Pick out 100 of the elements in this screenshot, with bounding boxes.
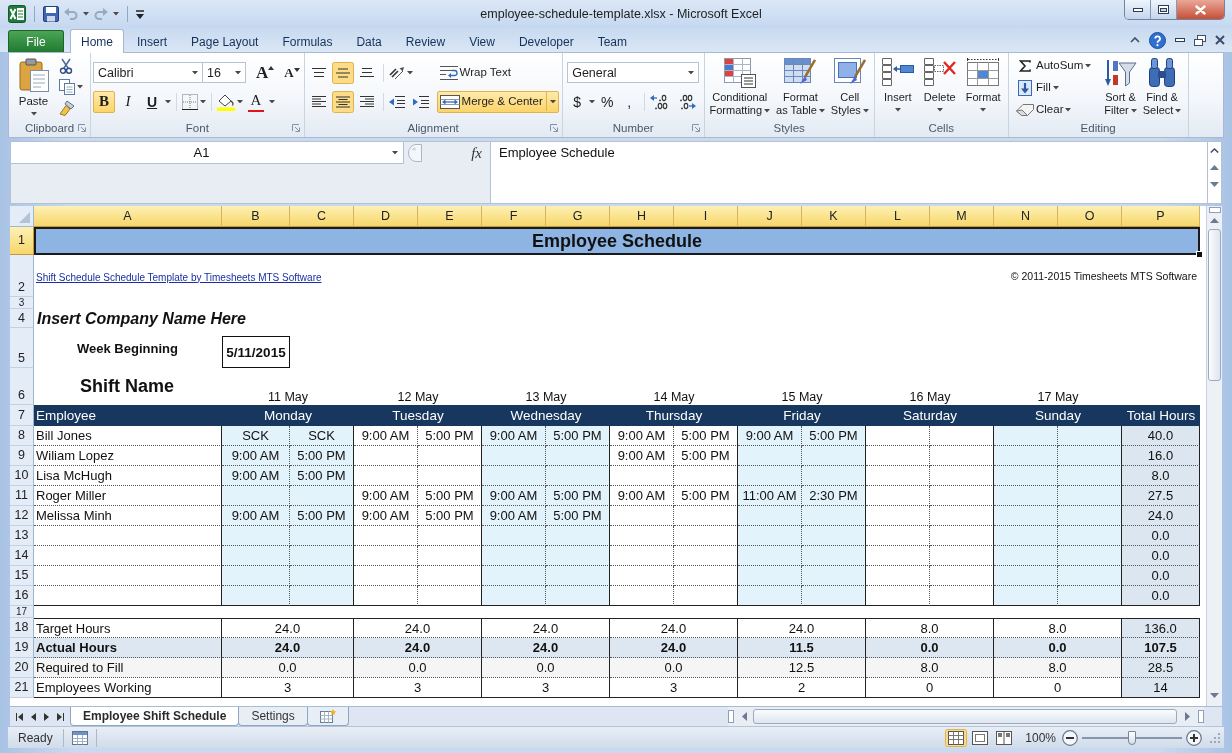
row-header[interactable]: 10 [10, 466, 34, 486]
align-left-icon[interactable] [311, 96, 326, 107]
insert-cells-button[interactable]: Insert [877, 57, 918, 113]
caret-icon[interactable] [406, 70, 413, 75]
caret-icon[interactable] [589, 99, 596, 104]
zoom-out-icon[interactable] [1062, 729, 1078, 746]
paint-bucket-icon[interactable] [217, 92, 235, 111]
autosum-button[interactable]: AutoSum [1013, 55, 1095, 77]
row-header[interactable]: 19 [10, 638, 34, 658]
page-layout-view-icon[interactable] [972, 730, 989, 745]
row-header[interactable]: 14 [10, 546, 34, 566]
help-icon[interactable] [1149, 31, 1166, 49]
grip-icon[interactable] [408, 144, 422, 162]
close-button[interactable] [1177, 0, 1224, 19]
slider-thumb[interactable] [1128, 730, 1136, 745]
font-name-field[interactable]: Calibri [93, 62, 203, 83]
caret-icon[interactable] [76, 85, 83, 89]
caret-icon[interactable] [200, 99, 206, 104]
chevron-up-icon[interactable] [1130, 37, 1140, 43]
row-header[interactable]: 15 [10, 566, 34, 586]
caret-icon[interactable] [269, 99, 275, 104]
formula-field[interactable]: Employee Schedule [490, 141, 1208, 204]
ribbon-tab[interactable]: Developer [507, 30, 585, 52]
previous-sheet-icon[interactable] [31, 712, 36, 721]
underline-button[interactable]: U [141, 90, 163, 113]
conditional-formatting-button[interactable]: Conditional Formatting [707, 57, 773, 118]
last-sheet-icon[interactable] [57, 712, 64, 721]
ribbon-tab[interactable]: Insert [126, 30, 179, 52]
zoom-level[interactable]: 100% [1025, 730, 1056, 745]
font-size-field[interactable]: 16 [202, 62, 246, 83]
column-header[interactable]: K [802, 206, 866, 227]
format-as-table-button[interactable]: Format as Table [774, 57, 827, 118]
ribbon-tab[interactable]: Data [345, 30, 393, 52]
split-handle[interactable] [1208, 207, 1221, 213]
decrease-indent-icon[interactable] [388, 95, 405, 108]
font-color-button[interactable]: A [245, 90, 267, 113]
row-header[interactable]: 5 [10, 328, 34, 368]
orientation-icon[interactable] [388, 65, 405, 80]
insert-function-button[interactable]: fx [469, 144, 484, 162]
name-box[interactable]: A1 [11, 142, 404, 164]
column-header[interactable]: P [1122, 206, 1200, 227]
app-logo-icon[interactable] [8, 5, 26, 23]
fill-button[interactable]: Fill [1013, 77, 1095, 99]
scrollbar-thumb[interactable] [1208, 229, 1221, 381]
row-header[interactable]: 21 [10, 678, 34, 698]
increase-indent-icon[interactable] [412, 95, 429, 108]
column-header[interactable]: F [482, 206, 546, 227]
column-header[interactable]: C [290, 206, 354, 227]
dialog-launcher-icon[interactable] [291, 123, 300, 132]
close-icon[interactable] [1215, 35, 1225, 45]
ribbon-tab[interactable]: Page Layout [180, 30, 270, 52]
chevron-up-icon[interactable] [1210, 148, 1219, 153]
page-break-view-icon[interactable] [996, 730, 1013, 745]
ribbon-tab[interactable]: Home [70, 29, 124, 53]
align-middle-icon[interactable] [331, 61, 354, 84]
formula-scrollbar[interactable] [1208, 141, 1222, 204]
align-center-icon[interactable] [331, 90, 354, 113]
row-header[interactable]: 3 [10, 297, 34, 309]
ribbon-tab[interactable]: View [458, 30, 506, 52]
minimize-icon[interactable] [1175, 38, 1185, 42]
shrink-font-button[interactable]: A [282, 61, 302, 84]
paintbrush-icon[interactable] [58, 100, 75, 116]
borders-icon[interactable] [182, 93, 198, 110]
align-right-icon[interactable] [359, 96, 374, 107]
scrollbar-thumb[interactable] [753, 709, 1177, 724]
ribbon-tab[interactable]: Review [394, 30, 457, 52]
scroll-down-icon[interactable] [1210, 693, 1219, 698]
row-header[interactable]: 6 [10, 368, 34, 405]
ribbon-tab[interactable]: Formulas [271, 30, 344, 52]
delete-cells-button[interactable]: Delete [919, 57, 960, 113]
sheet-tab[interactable]: Employee Shift Schedule [70, 707, 240, 726]
row-header[interactable]: 18 [10, 618, 34, 638]
scroll-down-icon[interactable] [1210, 182, 1219, 187]
column-header[interactable]: L [866, 206, 930, 227]
scroll-up-icon[interactable] [1210, 218, 1219, 223]
row-header[interactable]: 1 [10, 227, 34, 255]
align-top-icon[interactable] [311, 68, 326, 77]
restore-icon[interactable] [1194, 34, 1206, 46]
comma-button[interactable]: , [619, 90, 640, 113]
save-icon[interactable] [43, 6, 59, 22]
sheet-tab[interactable]: Settings [238, 707, 308, 726]
column-header[interactable]: A [34, 206, 222, 227]
column-header[interactable]: D [354, 206, 418, 227]
template-link[interactable]: Shift Schedule Schedule Template by Timesheets MTS Software [36, 271, 322, 283]
horizontal-scrollbar[interactable] [728, 707, 1204, 726]
first-sheet-icon[interactable] [16, 712, 23, 721]
align-bottom-icon[interactable] [359, 68, 374, 77]
scroll-right-icon[interactable] [1185, 712, 1190, 721]
find-select-button[interactable]: Find & Select [1140, 57, 1184, 118]
percent-button[interactable]: % [597, 90, 618, 113]
fill-handle[interactable] [1196, 251, 1203, 258]
vertical-scrollbar[interactable] [1206, 206, 1222, 706]
row-header[interactable]: 7 [10, 405, 34, 426]
paste-button[interactable]: Paste [16, 57, 51, 117]
dialog-launcher-icon[interactable] [78, 123, 86, 132]
column-header[interactable]: M [930, 206, 994, 227]
row-header[interactable]: 8 [10, 426, 34, 446]
copy-icon[interactable] [58, 79, 75, 95]
bold-button[interactable]: B [93, 90, 115, 113]
format-cells-button[interactable]: Format [961, 57, 1005, 113]
